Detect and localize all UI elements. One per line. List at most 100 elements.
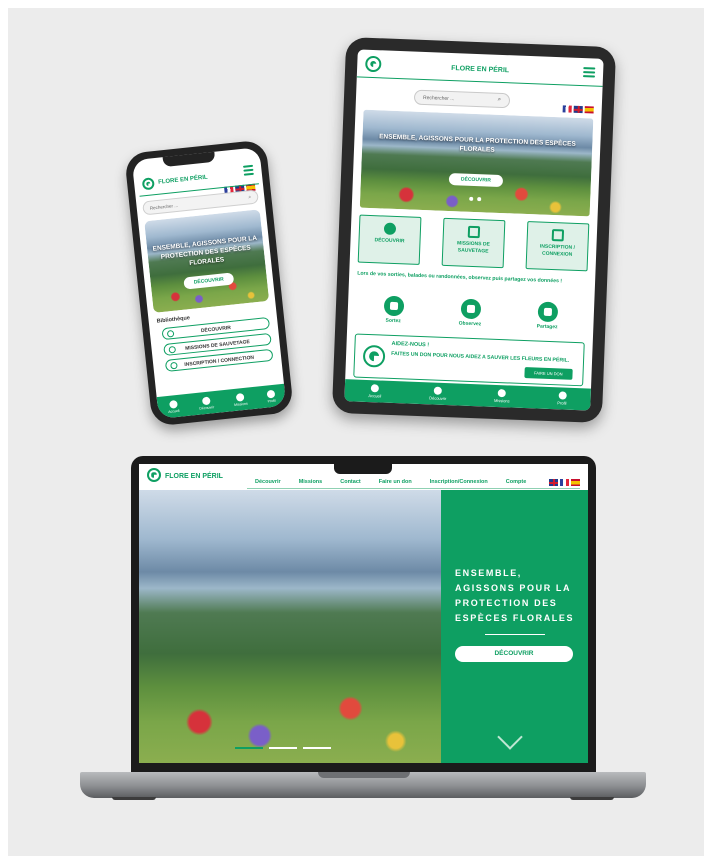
laptop-device: FLORE EN PÉRIL Découvrir Missions Contac… xyxy=(131,456,596,773)
donation-text: FAITES UN DON POUR NOUS AIDEZ A SAUVER L… xyxy=(391,350,570,364)
card-label: DÉCOUVRIR xyxy=(374,237,405,245)
french-flag-icon[interactable] xyxy=(562,105,572,113)
hamburger-menu-icon[interactable] xyxy=(242,164,254,178)
lifebuoy-icon xyxy=(235,392,245,402)
login-icon xyxy=(551,228,565,242)
hero-image xyxy=(139,490,441,763)
hero-divider xyxy=(485,634,545,635)
nav-missions[interactable]: Missions xyxy=(493,389,510,404)
phone-screen: FLORE EN PÉRIL Rechercher ... ⌕ ENSEMBLE… xyxy=(131,147,287,419)
search-placeholder: Rechercher ... xyxy=(422,94,455,103)
info-icon xyxy=(201,396,211,405)
carousel-indicators[interactable] xyxy=(235,747,331,749)
nav-label: Missions xyxy=(493,397,510,404)
tablet-device: FLORE EN PÉRIL Rechercher ... ⌕ ENSEMBLE… xyxy=(331,36,617,424)
laptop-notch xyxy=(334,464,392,474)
home-icon xyxy=(168,399,178,409)
menu-item-discover[interactable]: Découvrir xyxy=(255,479,281,485)
lifebuoy-icon xyxy=(497,389,507,398)
nav-label: Profil xyxy=(267,398,276,404)
hamburger-menu-icon[interactable] xyxy=(582,67,596,79)
nav-label: Profil xyxy=(557,400,567,406)
nav-discover[interactable]: Découvrir xyxy=(198,396,214,410)
spanish-flag-icon[interactable] xyxy=(584,106,594,114)
lifebuoy-icon xyxy=(168,345,177,354)
nav-label: Accueil xyxy=(167,408,180,414)
bottom-nav: Accueil Découvrir Missions Profil xyxy=(156,383,287,419)
action-label: Sortez xyxy=(385,317,401,325)
camera-icon xyxy=(460,298,481,320)
library-heading: Bibliothèque xyxy=(156,315,191,325)
menu-item-account[interactable]: Compte xyxy=(506,479,526,485)
action-go-out[interactable]: Sortez xyxy=(383,295,405,325)
menu-item-donate[interactable]: Faire un don xyxy=(379,479,412,485)
search-placeholder: Rechercher ... xyxy=(149,202,179,211)
phone-app-title: FLORE EN PÉRIL xyxy=(157,174,208,186)
search-icon[interactable]: ⌕ xyxy=(248,194,251,200)
info-icon xyxy=(433,386,443,395)
nav-discover[interactable]: Découvrir xyxy=(429,386,447,401)
uk-flag-icon[interactable] xyxy=(549,479,558,486)
laptop-opening-notch xyxy=(318,772,410,778)
hero-heading: ENSEMBLE, AGISSONS POUR LA PROTECTION DE… xyxy=(455,568,575,623)
discover-button[interactable]: DÉCOUVRIR xyxy=(455,646,573,662)
card-missions[interactable]: MISSIONS DE SAUVETAGE xyxy=(441,217,506,269)
button-label: MISSIONS DE SAUVETAGE xyxy=(184,339,251,352)
donation-title: AIDEZ-NOUS ! xyxy=(391,340,430,349)
hiker-icon xyxy=(383,295,405,317)
intro-paragraph: Lors de vos sorties, balades ou randonné… xyxy=(357,270,563,285)
info-icon xyxy=(383,222,397,235)
action-label: Observez xyxy=(458,320,482,328)
logo-icon[interactable] xyxy=(147,468,161,482)
user-icon xyxy=(266,389,276,399)
nav-label: Missions xyxy=(233,401,248,407)
nav-home[interactable]: Accueil xyxy=(368,384,382,399)
menu-item-missions[interactable]: Missions xyxy=(299,479,323,485)
nav-missions[interactable]: Missions xyxy=(233,392,248,407)
hero-panel: ENSEMBLE, AGISSONS POUR LA PROTECTION DE… xyxy=(441,490,588,763)
home-icon xyxy=(371,384,380,393)
laptop-screen: FLORE EN PÉRIL Découvrir Missions Contac… xyxy=(139,464,588,763)
uk-flag-icon[interactable] xyxy=(573,105,583,114)
header-divider xyxy=(247,488,580,489)
spanish-flag-icon[interactable] xyxy=(571,479,580,486)
phone-device: FLORE EN PÉRIL Rechercher ... ⌕ ENSEMBLE… xyxy=(124,139,294,427)
site-brand[interactable]: FLORE EN PÉRIL xyxy=(165,473,223,480)
nav-home[interactable]: Accueil xyxy=(167,399,180,413)
lifebuoy-icon xyxy=(467,225,481,239)
laptop-icon xyxy=(537,301,559,323)
tablet-app-title: FLORE EN PÉRIL xyxy=(451,65,510,75)
nav-label: Découvrir xyxy=(199,404,215,411)
action-label: Partagez xyxy=(536,323,558,331)
nav-label: Accueil xyxy=(368,393,382,399)
card-discover[interactable]: DÉCOUVRIR xyxy=(357,214,422,265)
laptop-foot xyxy=(112,797,156,800)
action-share[interactable]: Partagez xyxy=(537,301,559,330)
hero-heading: ENSEMBLE, AGISSONS POUR LA PROTECTION DE… xyxy=(152,234,258,267)
card-login[interactable]: INSCRIPTION / CONNEXION xyxy=(525,221,590,272)
nav-profile[interactable]: Profil xyxy=(266,389,276,404)
french-flag-icon[interactable] xyxy=(560,479,569,486)
menu-item-login[interactable]: Inscription/Connexion xyxy=(430,479,488,485)
header-divider xyxy=(356,76,603,87)
nav-label: Découvrir xyxy=(429,395,447,402)
nav-profile[interactable]: Profil xyxy=(557,391,567,406)
hero-heading: ENSEMBLE, AGISSONS POUR LA PROTECTION DE… xyxy=(379,133,576,154)
search-icon[interactable]: ⌕ xyxy=(497,97,502,104)
hero-banner: ENSEMBLE, AGISSONS POUR LA PROTECTION DE… xyxy=(144,209,270,313)
language-selector[interactable] xyxy=(560,99,594,118)
carousel-dots[interactable] xyxy=(360,184,591,211)
laptop-foot xyxy=(570,797,614,800)
action-observe[interactable]: Observez xyxy=(458,298,483,328)
chevron-down-icon[interactable] xyxy=(497,724,523,750)
logo-icon[interactable] xyxy=(141,177,155,191)
donate-button[interactable]: FAIRE UN DON xyxy=(523,367,573,380)
donation-banner: AIDEZ-NOUS ! FAITES UN DON POUR NOUS AID… xyxy=(353,333,585,387)
discover-button[interactable]: DÉCOUVRIR xyxy=(448,173,504,188)
search-input[interactable]: Rechercher ... ⌕ xyxy=(413,89,511,109)
login-icon xyxy=(170,361,178,370)
info-icon xyxy=(166,329,175,338)
logo-icon xyxy=(362,344,386,368)
discover-button[interactable]: DÉCOUVRIR xyxy=(183,272,235,290)
menu-item-contact[interactable]: Contact xyxy=(340,479,360,485)
